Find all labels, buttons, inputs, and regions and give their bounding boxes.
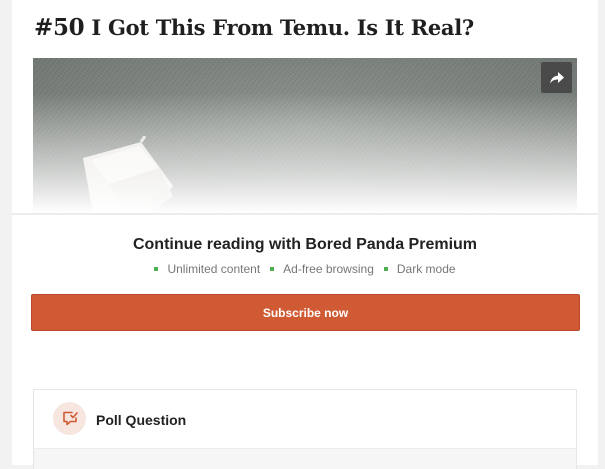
article-card: #50 I Got This From Temu. Is It Real? Co… [12, 0, 598, 469]
feature-label: Ad-free browsing [283, 262, 374, 276]
bullet-icon [270, 267, 275, 271]
feature-label: Dark mode [396, 262, 456, 276]
feature-item: Unlimited content [154, 262, 260, 276]
poll-chat-icon [62, 411, 78, 426]
feature-item: Dark mode [383, 262, 456, 276]
feature-item: Ad-free browsing [270, 262, 374, 276]
premium-heading: Continue reading with Bored Panda Premiu… [132, 236, 478, 253]
share-button[interactable] [541, 62, 572, 93]
poll-icon-badge [53, 402, 86, 435]
feature-label: Unlimited content [167, 262, 261, 276]
item-title-text: I Got This From Temu. Is It Real? [91, 15, 474, 40]
premium-features: Unlimited content Ad-free browsing Dark … [12, 262, 598, 276]
bullet-icon [383, 267, 388, 271]
poll-card: Poll Question [33, 389, 577, 469]
paywall-divider [12, 213, 598, 215]
item-title: #50 I Got This From Temu. Is It Real? [34, 14, 474, 41]
item-photo[interactable] [33, 58, 577, 213]
subscribe-button[interactable]: Subscribe now [31, 294, 580, 331]
item-number: #50 [34, 14, 85, 41]
poll-title: Poll Question [96, 412, 187, 428]
poll-options-area [34, 449, 576, 469]
photo-fade-overlay [33, 93, 577, 213]
bullet-icon [154, 267, 159, 271]
share-arrow-icon [549, 71, 564, 83]
